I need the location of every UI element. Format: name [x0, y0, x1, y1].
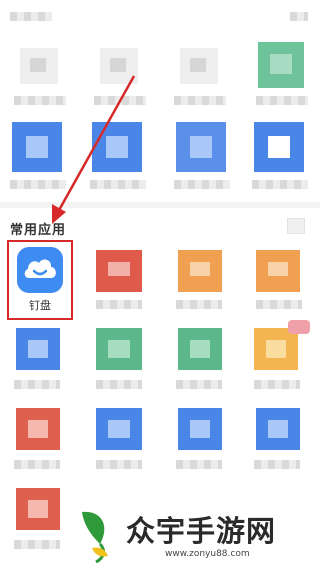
leaf-logo-icon	[82, 511, 108, 564]
pointer-arrow-icon	[52, 75, 136, 224]
watermark-brand: 众宇手游网	[126, 514, 277, 548]
watermark-url: www.zonyu88.com	[165, 549, 250, 559]
